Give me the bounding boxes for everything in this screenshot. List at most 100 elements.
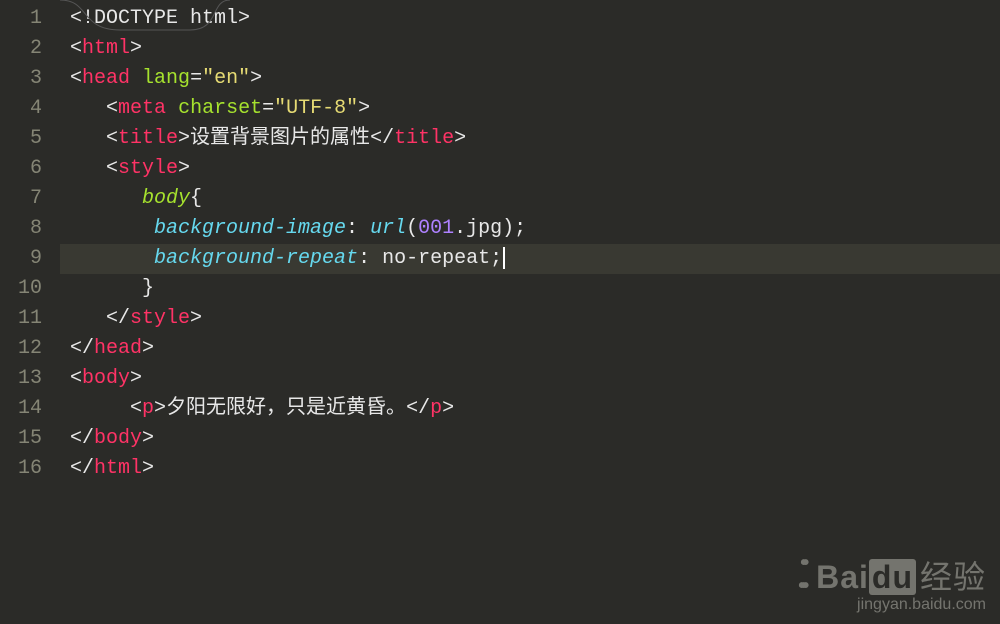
code-token: > (142, 457, 154, 480)
code-token: ( (406, 217, 418, 240)
code-token (70, 397, 130, 420)
code-token: lang (142, 67, 190, 90)
code-token: <! (70, 7, 94, 30)
code-token: p (430, 397, 442, 420)
line-number: 11 (0, 304, 60, 334)
code-token: </ (70, 337, 94, 360)
code-line[interactable]: </style> (60, 304, 1000, 334)
code-token: > (442, 397, 454, 420)
code-token: body (94, 427, 142, 450)
code-token: = (190, 67, 202, 90)
code-token (70, 217, 154, 240)
line-number: 4 (0, 94, 60, 124)
code-token: style (118, 157, 178, 180)
code-token: background-image (154, 217, 346, 240)
line-number: 13 (0, 364, 60, 394)
code-token: meta (118, 97, 166, 120)
code-line[interactable]: body{ (60, 184, 1000, 214)
code-token (70, 97, 106, 120)
code-token: < (70, 367, 82, 390)
code-line[interactable]: </html> (60, 454, 1000, 484)
code-token: no-repeat (382, 247, 490, 270)
code-token: = (262, 97, 274, 120)
code-line[interactable]: background-repeat: no-repeat; (60, 244, 1000, 274)
code-line[interactable]: <!DOCTYPE html> (60, 4, 1000, 34)
code-token: > (142, 427, 154, 450)
code-token: > (154, 397, 166, 420)
code-editor[interactable]: 12345678910111213141516 <!DOCTYPE html><… (0, 0, 1000, 624)
code-token: ); (502, 217, 526, 240)
code-line[interactable]: <html> (60, 34, 1000, 64)
code-token: DOCTYPE html (94, 7, 238, 30)
line-number: 10 (0, 274, 60, 304)
code-token: > (358, 97, 370, 120)
code-token: < (70, 37, 82, 60)
line-number: 8 (0, 214, 60, 244)
code-token: 001 (418, 217, 454, 240)
code-token (130, 67, 142, 90)
code-token: > (454, 127, 466, 150)
line-number: 7 (0, 184, 60, 214)
code-token: { (190, 187, 202, 210)
line-number: 15 (0, 424, 60, 454)
code-token: > (178, 127, 190, 150)
code-line[interactable]: </body> (60, 424, 1000, 454)
code-token: body (82, 367, 130, 390)
code-token (70, 247, 154, 270)
code-token: : (346, 217, 370, 240)
code-token: "en" (202, 67, 250, 90)
code-token: > (238, 7, 250, 30)
code-token: title (118, 127, 178, 150)
code-token: head (82, 67, 130, 90)
code-token: </ (370, 127, 394, 150)
line-number: 6 (0, 154, 60, 184)
code-token: body (142, 187, 190, 210)
code-token: background-repeat (154, 247, 358, 270)
code-token: > (142, 337, 154, 360)
code-line[interactable]: background-image: url(001.jpg); (60, 214, 1000, 244)
code-line[interactable]: <title>设置背景图片的属性</title> (60, 124, 1000, 154)
code-token: } (142, 277, 154, 300)
code-line[interactable]: <p>夕阳无限好，只是近黄昏。</p> (60, 394, 1000, 424)
code-token: > (130, 367, 142, 390)
line-number: 2 (0, 34, 60, 64)
line-number: 3 (0, 64, 60, 94)
code-area[interactable]: <!DOCTYPE html><html><head lang="en"> <m… (60, 0, 1000, 624)
code-token (70, 157, 106, 180)
code-line[interactable]: <body> (60, 364, 1000, 394)
code-token (70, 127, 106, 150)
code-token (166, 97, 178, 120)
code-token: > (178, 157, 190, 180)
line-number: 14 (0, 394, 60, 424)
code-line[interactable]: </head> (60, 334, 1000, 364)
code-line[interactable]: <style> (60, 154, 1000, 184)
code-token: : (358, 247, 382, 270)
code-token: ; (490, 247, 502, 270)
line-number: 12 (0, 334, 60, 364)
code-token: </ (406, 397, 430, 420)
line-number: 16 (0, 454, 60, 484)
code-line[interactable]: } (60, 274, 1000, 304)
code-token: > (190, 307, 202, 330)
code-token (70, 187, 142, 210)
code-token: < (106, 127, 118, 150)
code-token (70, 307, 106, 330)
code-token: charset (178, 97, 262, 120)
code-token: url (370, 217, 406, 240)
code-token: </ (106, 307, 130, 330)
line-number: 5 (0, 124, 60, 154)
code-token: > (130, 37, 142, 60)
line-number: 9 (0, 244, 60, 274)
code-token: title (394, 127, 454, 150)
code-token: html (94, 457, 142, 480)
code-token: 夕阳无限好，只是近黄昏。 (166, 397, 406, 420)
code-token: .jpg (454, 217, 502, 240)
code-token: < (130, 397, 142, 420)
code-token: head (94, 337, 142, 360)
code-line[interactable]: <head lang="en"> (60, 64, 1000, 94)
code-token: style (130, 307, 190, 330)
code-token: html (82, 37, 130, 60)
code-token: < (70, 67, 82, 90)
code-line[interactable]: <meta charset="UTF-8"> (60, 94, 1000, 124)
code-token: </ (70, 457, 94, 480)
